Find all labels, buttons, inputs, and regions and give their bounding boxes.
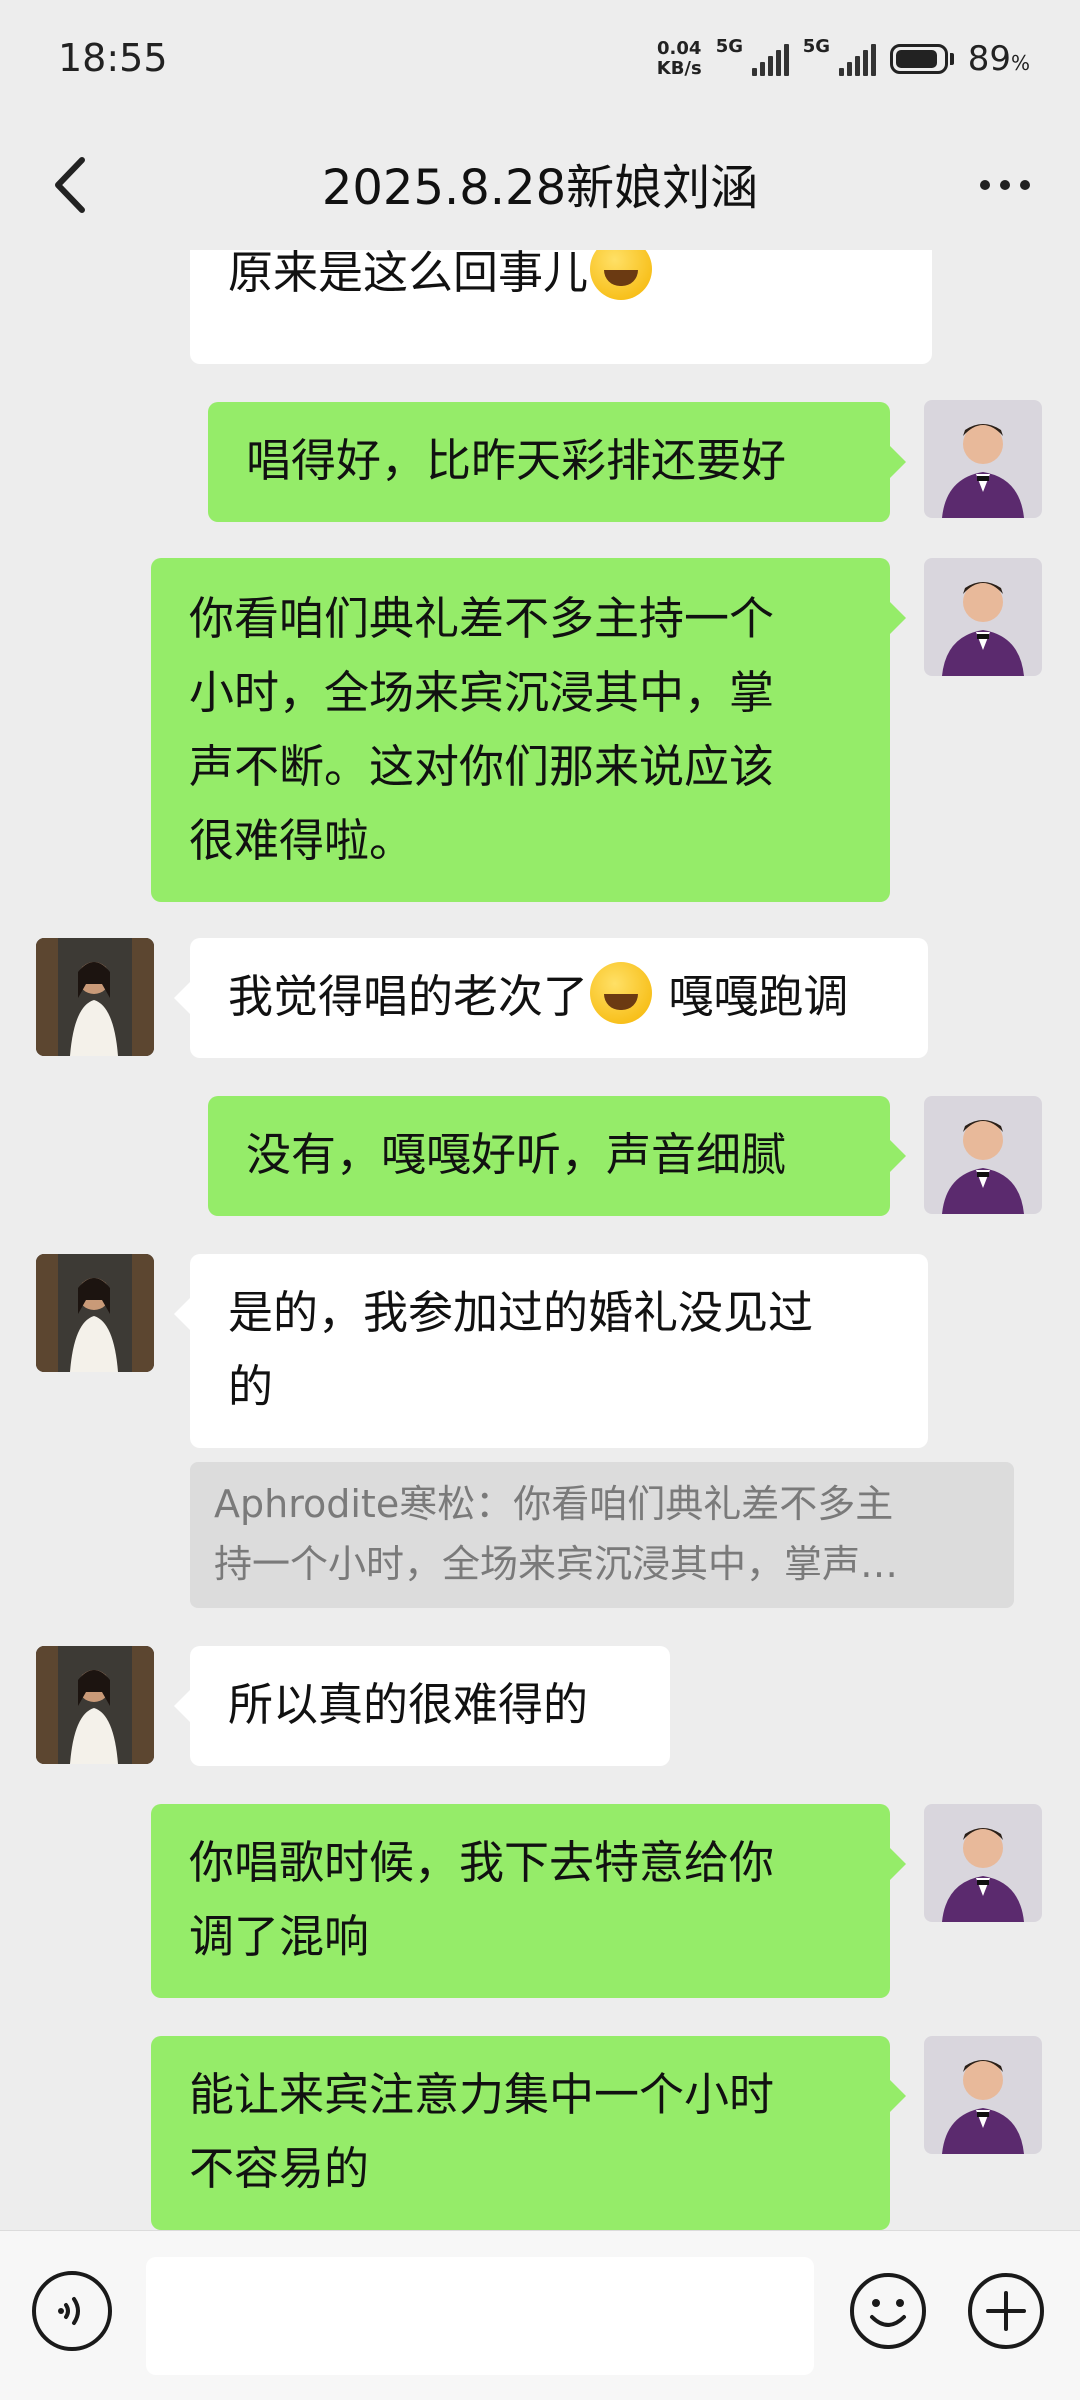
message-text-line: 你看咱们典礼差不多主持一个	[189, 592, 775, 645]
message-bubble-other[interactable]: 是的，我参加过的婚礼没见过 的	[174, 1254, 928, 1448]
message-text-line: 调了混响	[189, 1910, 370, 1963]
avatar-other[interactable]	[36, 1254, 154, 1372]
message-bubble-other[interactable]: 我觉得唱的老次了 嘎嘎跑调	[174, 938, 928, 1058]
message-bubble-self[interactable]: 你唱歌时候，我下去特意给你 调了混响	[151, 1804, 906, 1998]
battery-icon	[889, 44, 954, 74]
more-functions-button[interactable]	[966, 2271, 1046, 2351]
avatar-self[interactable]	[924, 1096, 1042, 1214]
message-text-line: 不容易的	[189, 2142, 370, 2195]
avatar-other[interactable]	[36, 1646, 154, 1764]
signal-icon-sim2: 5G	[803, 36, 876, 76]
message-bubble-self[interactable]: 唱得好，比昨天彩排还要好	[208, 402, 906, 522]
message-text-line: 的	[228, 1360, 274, 1413]
sim2-label: 5G	[802, 36, 831, 57]
message-text: 唱得好，比昨天彩排还要好	[246, 434, 787, 487]
message-text-line: 声不断。这对你们那来说应该	[189, 740, 775, 793]
avatar-other[interactable]	[36, 938, 154, 1056]
status-time: 18:55	[58, 36, 168, 80]
message-text-line: 是的，我参加过的婚礼没见过	[228, 1286, 814, 1339]
avatar-self[interactable]	[924, 2036, 1042, 2154]
status-bar: 18:55 0.04 KB/s 5G 5G 89%	[0, 0, 1080, 120]
emoji-icon	[850, 2273, 926, 2349]
message-bubble-other[interactable]: 原来是这么回事儿	[190, 250, 932, 364]
message-bubble-self[interactable]: 没有，嘎嘎好听，声音细腻	[208, 1096, 906, 1216]
laughing-tears-emoji	[590, 250, 653, 300]
input-bar	[0, 2230, 1080, 2400]
avatar-self[interactable]	[924, 400, 1042, 518]
emoji-button[interactable]	[848, 2271, 928, 2351]
quote-line: Aphrodite寒松：你看咱们典礼差不多主	[214, 1482, 894, 1526]
message-bubble-other[interactable]: 所以真的很难得的	[174, 1646, 670, 1766]
message-text: 原来是这么回事儿	[228, 250, 589, 299]
signal-icon: 5G	[716, 36, 789, 76]
network-speed: 0.04 KB/s	[657, 39, 702, 79]
more-dots-icon	[980, 180, 1030, 190]
status-icons: 0.04 KB/s 5G 5G 89%	[657, 36, 1030, 82]
message-bubble-self[interactable]: 你看咱们典礼差不多主持一个 小时，全场来宾沉浸其中，掌 声不断。这对你们那来说应…	[151, 558, 906, 902]
sim1-label: 5G	[715, 36, 744, 57]
plus-icon	[968, 2273, 1044, 2349]
more-button[interactable]	[970, 160, 1040, 210]
battery-percent: 89%	[967, 39, 1030, 79]
chat-title: 2025.8.28新娘刘涵	[321, 160, 759, 216]
message-input[interactable]	[146, 2257, 814, 2375]
message-text-line: 能让来宾注意力集中一个小时	[189, 2068, 775, 2121]
chat-header: 2025.8.28新娘刘涵	[0, 120, 1080, 250]
message-text-line: 小时，全场来宾沉浸其中，掌	[189, 666, 775, 719]
message-text-line: 你唱歌时候，我下去特意给你	[189, 1836, 775, 1889]
message-text: 没有，嘎嘎好听，声音细腻	[246, 1128, 787, 1181]
network-speed-value: 0.04	[657, 38, 702, 59]
message-text-line: 很难得啦。	[189, 814, 415, 867]
avatar-self[interactable]	[924, 1804, 1042, 1922]
quote-line: 持一个小时，全场来宾沉浸其中，掌声…	[214, 1542, 899, 1586]
message-text: 嘎嘎跑调	[654, 970, 849, 1023]
network-speed-unit: KB/s	[656, 58, 702, 79]
crying-laughing-emoji	[590, 962, 653, 1024]
quoted-message[interactable]: Aphrodite寒松：你看咱们典礼差不多主 持一个小时，全场来宾沉浸其中，掌声…	[190, 1462, 1014, 1608]
message-bubble-self[interactable]: 能让来宾注意力集中一个小时 不容易的	[151, 2036, 906, 2230]
message-text: 所以真的很难得的	[228, 1678, 589, 1731]
voice-button[interactable]	[32, 2271, 112, 2351]
message-list[interactable]: 原来是这么回事儿 唱得好，比昨天彩排还要好 你看咱们典礼差不多主持一个 小时，全…	[0, 250, 1080, 2230]
message-text: 我觉得唱的老次了	[228, 970, 589, 1023]
avatar-self[interactable]	[924, 558, 1042, 676]
voice-icon	[58, 2297, 80, 2325]
